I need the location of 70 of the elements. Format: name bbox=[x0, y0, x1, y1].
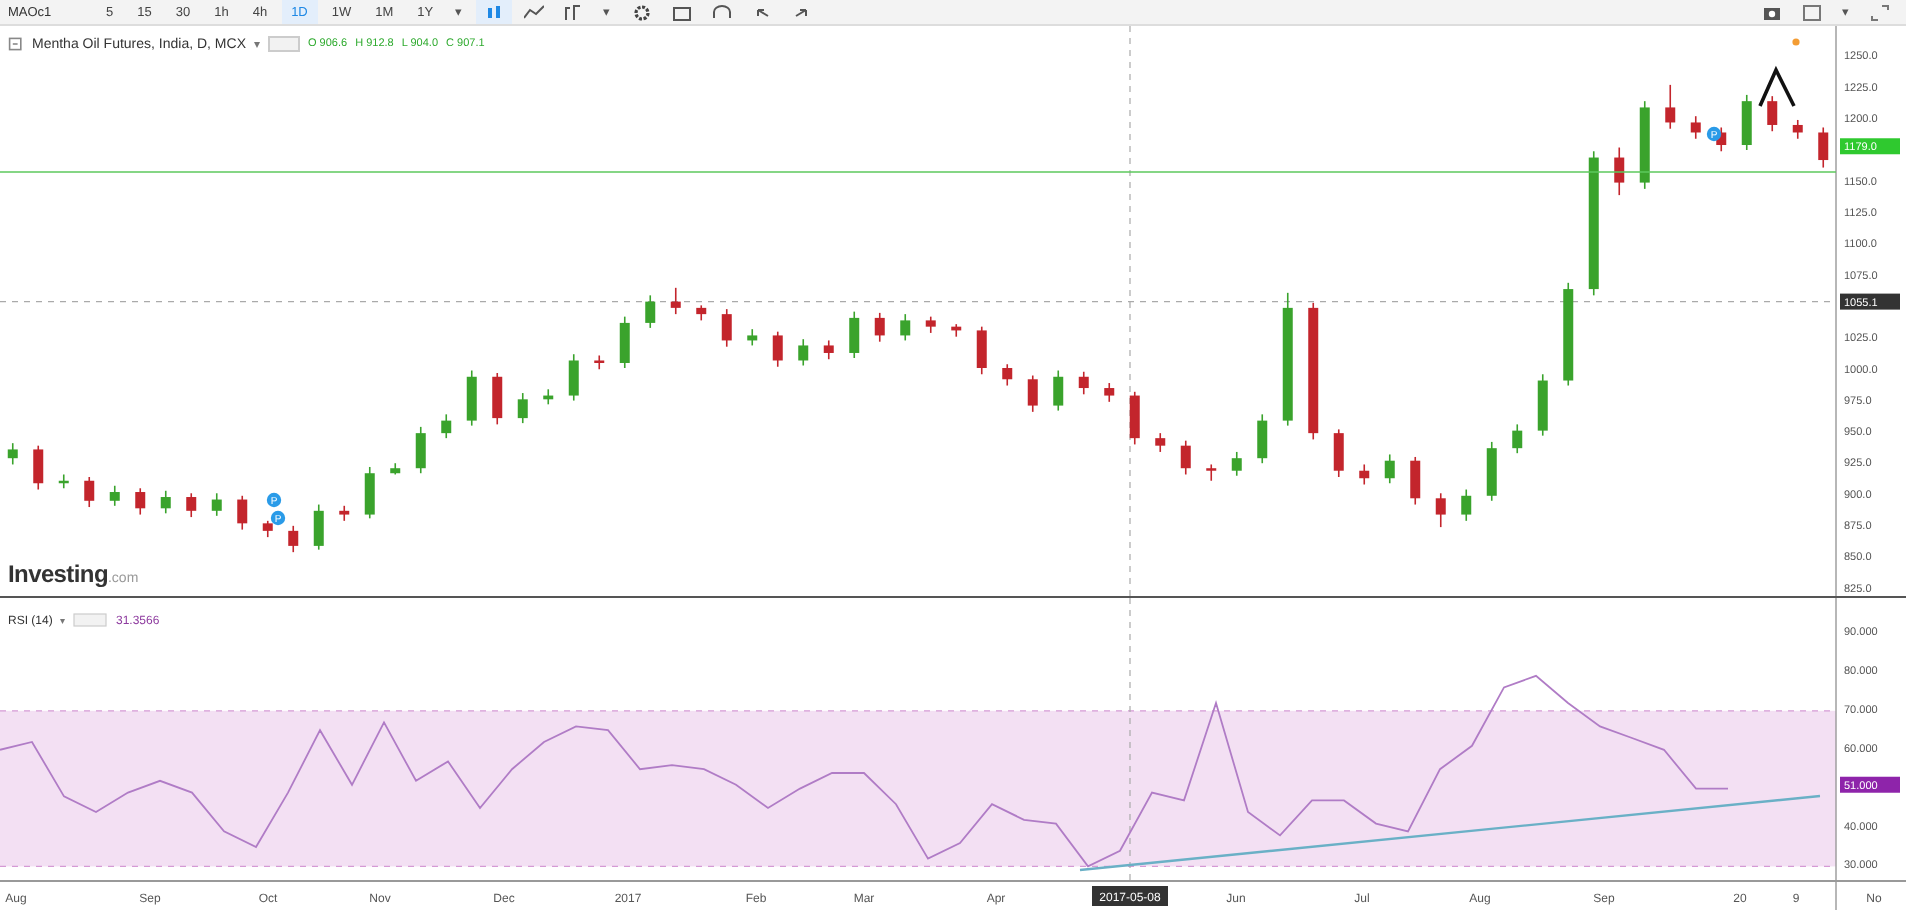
candlestick bbox=[1435, 492, 1446, 528]
candlestick bbox=[1665, 84, 1676, 130]
candlestick bbox=[798, 338, 809, 367]
candlestick bbox=[1384, 453, 1395, 485]
candlestick bbox=[364, 466, 375, 520]
candlestick bbox=[109, 484, 120, 507]
status-dot-icon bbox=[1792, 38, 1800, 46]
candlestick bbox=[84, 476, 95, 508]
fullscreen-icon bbox=[1870, 3, 1890, 21]
candles-icon bbox=[483, 3, 504, 21]
candlestick bbox=[1486, 441, 1497, 502]
candlestick bbox=[874, 312, 885, 343]
candles-button[interactable] bbox=[475, 0, 512, 24]
candlestick bbox=[568, 353, 579, 402]
candlestick bbox=[1257, 413, 1268, 465]
candlestick bbox=[1461, 488, 1472, 522]
settings-icon bbox=[631, 3, 652, 21]
candlestick bbox=[772, 330, 783, 368]
redo-icon bbox=[791, 3, 812, 21]
candlestick bbox=[976, 325, 987, 376]
candlestick bbox=[1614, 146, 1625, 196]
candlestick bbox=[33, 444, 44, 491]
candlestick bbox=[594, 354, 605, 371]
candlestick bbox=[1231, 451, 1242, 477]
candlestick bbox=[492, 372, 503, 426]
trend-drawing[interactable] bbox=[1758, 65, 1796, 107]
candlestick bbox=[1512, 423, 1523, 454]
candlestick bbox=[517, 392, 528, 424]
candlestick bbox=[1002, 363, 1013, 387]
candlestick bbox=[1078, 370, 1089, 396]
candlestick bbox=[415, 426, 426, 475]
candlestick bbox=[1690, 115, 1701, 140]
candlestick bbox=[339, 505, 350, 522]
indicator-icon bbox=[563, 3, 584, 21]
candlestick bbox=[823, 339, 834, 361]
candlestick bbox=[7, 442, 18, 466]
logo-wordmark: Investing bbox=[8, 562, 108, 586]
candlestick bbox=[1359, 463, 1370, 486]
candlestick bbox=[211, 492, 222, 517]
candlestick bbox=[1180, 439, 1191, 476]
candlestick bbox=[1027, 374, 1038, 413]
candlestick bbox=[160, 489, 171, 515]
candlestick bbox=[1792, 119, 1803, 140]
candlestick bbox=[466, 369, 477, 427]
undo-icon bbox=[751, 3, 772, 21]
candlestick bbox=[849, 310, 860, 359]
candlestick bbox=[1129, 391, 1140, 446]
candlestick bbox=[1741, 94, 1752, 151]
candlestick bbox=[645, 294, 656, 329]
candlestick bbox=[1053, 369, 1064, 412]
collapse-icon bbox=[8, 36, 24, 52]
candlestick bbox=[441, 413, 452, 439]
candlestick bbox=[186, 492, 197, 518]
candlestick bbox=[1410, 456, 1421, 506]
line-chart-icon bbox=[523, 3, 544, 21]
candlestick bbox=[670, 287, 681, 315]
candlestick bbox=[1104, 382, 1115, 403]
candlestick bbox=[1155, 432, 1166, 453]
candlestick bbox=[619, 315, 630, 369]
candlestick bbox=[900, 313, 911, 342]
candlestick bbox=[1206, 463, 1217, 482]
candlestick bbox=[721, 308, 732, 348]
candlestick bbox=[313, 503, 324, 551]
candlestick bbox=[135, 487, 146, 516]
candlestick bbox=[1818, 126, 1829, 169]
candlestick bbox=[237, 494, 248, 531]
window-icon bbox=[1802, 3, 1822, 21]
candlestick bbox=[288, 525, 299, 553]
candlestick bbox=[1767, 95, 1778, 133]
candlestick bbox=[1333, 428, 1344, 478]
